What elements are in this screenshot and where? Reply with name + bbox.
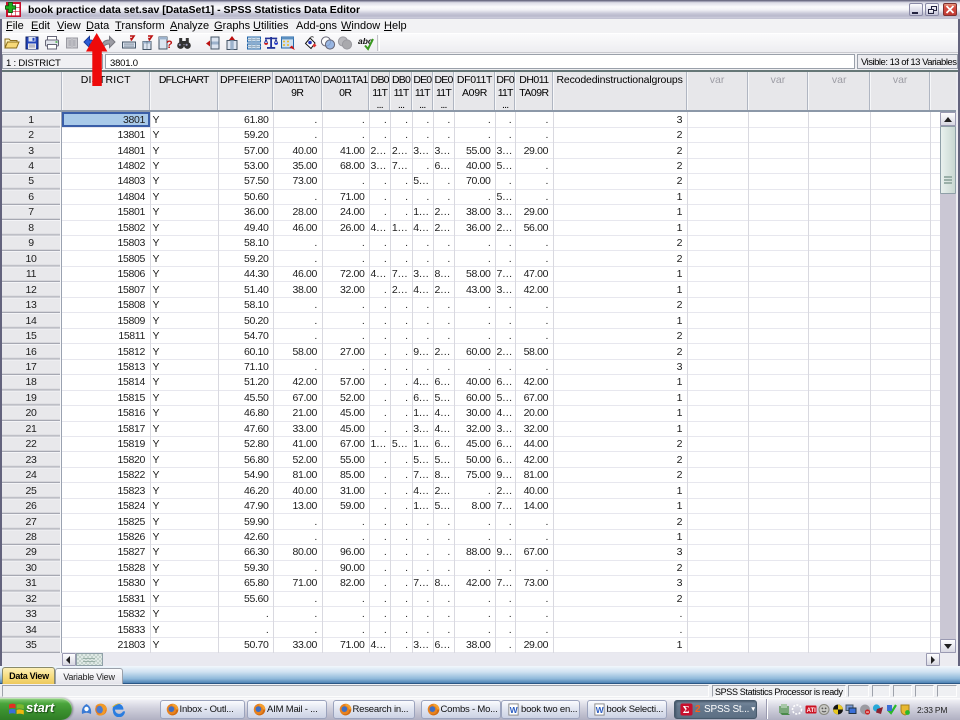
svg-text:W: W [595,705,603,715]
svg-text:ATI: ATI [806,708,816,714]
svg-text:W: W [510,705,518,715]
svg-text:?: ? [166,39,173,51]
svg-text:Σ: Σ [683,705,690,716]
